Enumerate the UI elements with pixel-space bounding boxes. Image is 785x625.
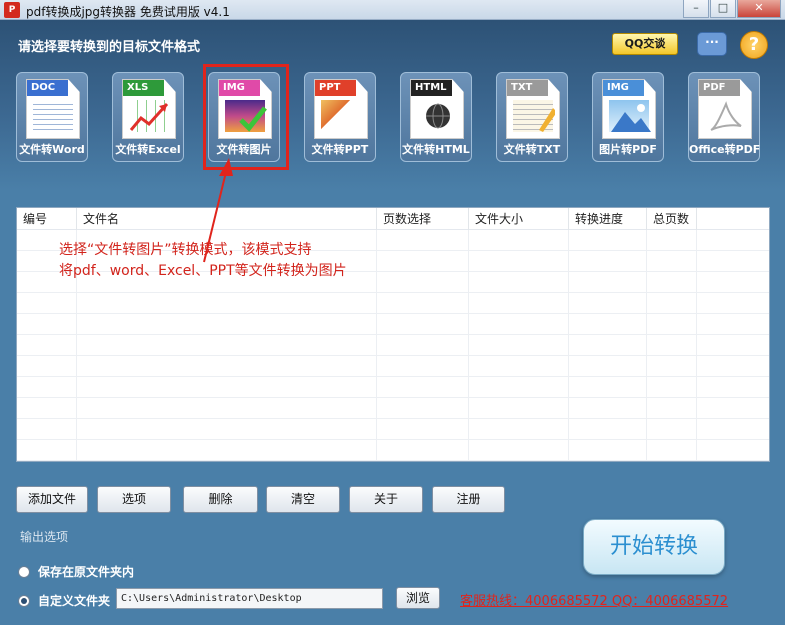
table-row[interactable] xyxy=(17,398,769,419)
radio-custom-folder[interactable]: 自定义文件夹 xyxy=(18,592,110,609)
format-prompt-label: 请选择要转换到的目标文件格式 xyxy=(18,40,201,55)
radio-save-original[interactable]: 保存在原文件夹内 xyxy=(18,563,134,580)
file-table[interactable]: 编号 文件名 页数选择 文件大小 转换进度 总页数 选择“文件转图片”转换模式，… xyxy=(16,207,770,462)
output-options-label: 输出选项 xyxy=(20,530,69,544)
close-button[interactable]: ✕ xyxy=(737,0,781,18)
chart-arrow-icon xyxy=(129,102,169,131)
options-button[interactable]: 选项 xyxy=(97,486,171,513)
format-html-button[interactable]: HTML 文件转HTML xyxy=(400,72,472,162)
table-row[interactable] xyxy=(17,440,769,461)
pdf-file-icon: PDF xyxy=(698,79,752,139)
column-header-progress[interactable]: 转换进度 xyxy=(569,208,647,230)
mountain-icon xyxy=(611,104,651,132)
xls-file-icon: XLS xyxy=(122,79,176,139)
table-row[interactable] xyxy=(17,356,769,377)
column-header-total-pages[interactable]: 总页数 xyxy=(647,208,697,230)
format-excel-button[interactable]: XLS 文件转Excel xyxy=(112,72,184,162)
table-row[interactable] xyxy=(17,419,769,440)
title-bar: P pdf转换成jpg转换器 免费试用版 v4.1 – □ ✕ xyxy=(0,0,785,20)
column-header-file-size[interactable]: 文件大小 xyxy=(469,208,569,230)
about-button[interactable]: 关于 xyxy=(349,486,423,513)
globe-icon xyxy=(426,103,450,129)
table-header: 编号 文件名 页数选择 文件大小 转换进度 总页数 xyxy=(17,208,769,230)
table-row[interactable] xyxy=(17,293,769,314)
chat-bubble-icon[interactable]: ··· xyxy=(697,32,727,56)
radio-button-selected[interactable] xyxy=(18,594,30,607)
doc-file-icon: DOC xyxy=(26,79,80,139)
help-icon[interactable]: ? xyxy=(740,31,768,59)
start-convert-button[interactable]: 开始转换 xyxy=(583,519,725,575)
add-file-button[interactable]: 添加文件 xyxy=(16,486,88,513)
qq-chat-button[interactable]: QQ交谈 xyxy=(612,33,678,55)
radio-button[interactable] xyxy=(18,565,30,578)
format-ppt-button[interactable]: PPT 文件转PPT xyxy=(304,72,376,162)
column-header-filename[interactable]: 文件名 xyxy=(77,208,377,230)
table-row[interactable] xyxy=(17,335,769,356)
table-row[interactable] xyxy=(17,314,769,335)
clear-button[interactable]: 清空 xyxy=(266,486,340,513)
format-office-to-pdf-button[interactable]: PDF Office转PDF xyxy=(688,72,760,162)
window-title: pdf转换成jpg转换器 免费试用版 v4.1 xyxy=(26,5,230,19)
txt-file-icon: TXT xyxy=(506,79,560,139)
minimize-button[interactable]: – xyxy=(683,0,709,18)
column-header-page-select[interactable]: 页数选择 xyxy=(377,208,469,230)
html-file-icon: HTML xyxy=(410,79,464,139)
pencil-icon xyxy=(539,108,557,132)
acrobat-icon xyxy=(710,101,742,131)
register-button[interactable]: 注册 xyxy=(432,486,505,513)
format-img-to-pdf-button[interactable]: IMG 图片转PDF xyxy=(592,72,664,162)
format-txt-button[interactable]: TXT 文件转TXT xyxy=(496,72,568,162)
output-path-input[interactable]: C:\Users\Administrator\Desktop xyxy=(116,588,383,609)
app-icon: P xyxy=(4,2,20,18)
window-controls: – □ ✕ xyxy=(683,0,781,18)
column-header-index[interactable]: 编号 xyxy=(17,208,77,230)
table-row[interactable] xyxy=(17,377,769,398)
delete-button[interactable]: 删除 xyxy=(183,486,258,513)
browse-button[interactable]: 浏览 xyxy=(396,587,440,609)
selected-format-highlight xyxy=(203,64,289,170)
annotation-hint: 选择“文件转图片”转换模式，该模式支持 将pdf、word、Excel、PPT等… xyxy=(59,242,347,279)
picture-file-icon: IMG xyxy=(602,79,656,139)
ppt-file-icon: PPT xyxy=(314,79,368,139)
maximize-button[interactable]: □ xyxy=(710,0,736,18)
format-header: 请选择要转换到的目标文件格式 QQ交谈 ··· ? DOC 文件转Word XL… xyxy=(0,20,785,190)
format-word-button[interactable]: DOC 文件转Word xyxy=(16,72,88,162)
support-hotline-link[interactable]: 客服热线：4006685572 QQ：4006685572 xyxy=(460,590,728,609)
